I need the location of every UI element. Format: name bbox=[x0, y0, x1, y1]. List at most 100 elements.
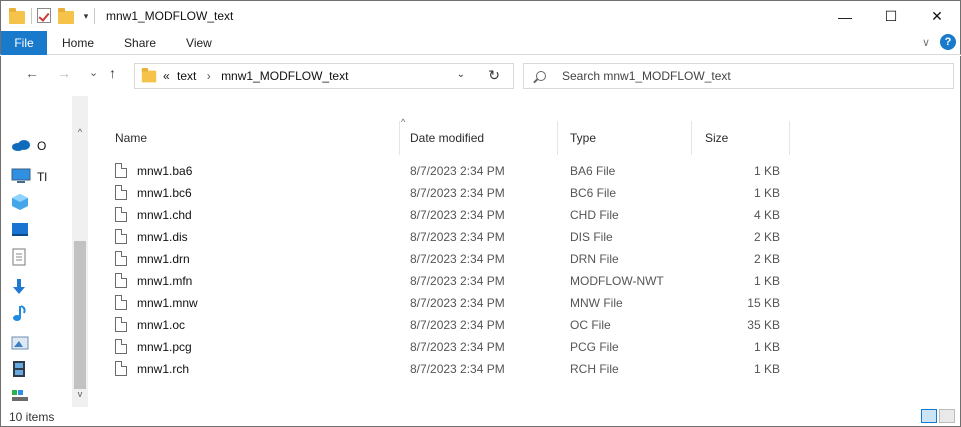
file-name: mnw1.rch bbox=[137, 362, 190, 376]
file-row[interactable]: mnw1.mnw 8/7/2023 2:34 PM MNW File 15 KB bbox=[115, 292, 795, 314]
file-size: 2 KB bbox=[753, 252, 780, 266]
downloads-icon[interactable] bbox=[11, 278, 35, 296]
file-date: 8/7/2023 2:34 PM bbox=[410, 362, 505, 376]
file-row[interactable]: mnw1.pcg 8/7/2023 2:34 PM PCG File 1 KB bbox=[115, 336, 795, 358]
maximize-button[interactable]: ☐ bbox=[868, 1, 914, 32]
breadcrumb-overflow[interactable]: « bbox=[163, 69, 170, 83]
scroll-down-icon[interactable]: v bbox=[72, 389, 88, 403]
column-header-size[interactable]: Size bbox=[705, 123, 728, 153]
file-row[interactable]: mnw1.chd 8/7/2023 2:34 PM CHD File 4 KB bbox=[115, 204, 795, 226]
navigation-bar: ← → ⌄ ↑ « text › mnw1_MODFLOW_text ⌄ ↻ S… bbox=[0, 56, 961, 96]
nav-item-onedrive[interactable]: O bbox=[37, 139, 46, 153]
column-divider[interactable] bbox=[691, 121, 692, 155]
new-folder-icon[interactable] bbox=[58, 8, 74, 24]
address-bar[interactable]: « text › mnw1_MODFLOW_text ⌄ ↻ bbox=[134, 63, 514, 89]
details-view-icon[interactable] bbox=[921, 409, 937, 423]
recent-locations-icon[interactable]: ⌄ bbox=[89, 66, 98, 79]
file-name: mnw1.drn bbox=[137, 252, 190, 266]
search-box[interactable]: Search mnw1_MODFLOW_text bbox=[523, 63, 954, 89]
breadcrumb-text[interactable]: text bbox=[177, 69, 196, 83]
tab-file[interactable]: File bbox=[1, 30, 47, 55]
this-pc-icon[interactable] bbox=[11, 167, 35, 185]
tab-share[interactable]: Share bbox=[109, 31, 171, 55]
column-divider[interactable] bbox=[399, 121, 400, 155]
file-row[interactable]: mnw1.mfn 8/7/2023 2:34 PM MODFLOW-NWT 1 … bbox=[115, 270, 795, 292]
toolbar-divider bbox=[31, 8, 32, 24]
close-button[interactable]: ✕ bbox=[914, 1, 960, 32]
music-icon[interactable] bbox=[11, 304, 35, 322]
minimize-button[interactable]: — bbox=[822, 1, 868, 32]
help-icon[interactable]: ? bbox=[940, 34, 956, 50]
file-icon bbox=[115, 295, 127, 310]
folder-icon[interactable] bbox=[9, 8, 25, 24]
scrollbar-thumb[interactable] bbox=[74, 241, 86, 389]
search-input[interactable]: Search mnw1_MODFLOW_text bbox=[562, 69, 731, 83]
videos-icon[interactable] bbox=[11, 360, 35, 378]
file-date: 8/7/2023 2:34 PM bbox=[410, 318, 505, 332]
customize-toolbar-icon[interactable]: ▾ bbox=[79, 11, 93, 22]
tab-home[interactable]: Home bbox=[47, 31, 109, 55]
file-size: 4 KB bbox=[753, 208, 780, 222]
file-date: 8/7/2023 2:34 PM bbox=[410, 164, 505, 178]
file-icon bbox=[115, 317, 127, 332]
file-name: mnw1.ba6 bbox=[137, 164, 193, 178]
file-row[interactable]: mnw1.drn 8/7/2023 2:34 PM DRN File 2 KB bbox=[115, 248, 795, 270]
file-row[interactable]: mnw1.ba6 8/7/2023 2:34 PM BA6 File 1 KB bbox=[115, 160, 795, 182]
scroll-up-icon[interactable]: ^ bbox=[72, 127, 88, 141]
file-icon bbox=[115, 251, 127, 266]
file-name: mnw1.oc bbox=[137, 318, 186, 332]
file-type: OC File bbox=[570, 318, 611, 332]
properties-check-icon[interactable] bbox=[37, 8, 53, 24]
file-icon bbox=[115, 185, 127, 200]
file-size: 1 KB bbox=[753, 164, 780, 178]
drive-icon[interactable] bbox=[11, 386, 35, 404]
column-header-date[interactable]: Date modified bbox=[410, 123, 484, 153]
file-type: CHD File bbox=[570, 208, 619, 222]
file-type: DIS File bbox=[570, 230, 613, 244]
title-bar: ▾ mnw1_MODFLOW_text — ☐ ✕ bbox=[0, 0, 961, 31]
file-icon bbox=[115, 339, 127, 354]
file-type: PCG File bbox=[570, 340, 619, 354]
window-title: mnw1_MODFLOW_text bbox=[106, 9, 234, 23]
ribbon-tabs: File Home Share View ∨ ? bbox=[0, 30, 961, 55]
toolbar-divider bbox=[94, 8, 95, 24]
desktop-icon[interactable] bbox=[11, 221, 35, 239]
column-divider[interactable] bbox=[557, 121, 558, 155]
3d-objects-icon[interactable] bbox=[11, 193, 35, 211]
breadcrumb-current[interactable]: mnw1_MODFLOW_text bbox=[221, 69, 348, 83]
file-date: 8/7/2023 2:34 PM bbox=[410, 252, 505, 266]
column-header-name[interactable]: Name bbox=[115, 123, 147, 153]
file-date: 8/7/2023 2:34 PM bbox=[410, 340, 505, 354]
column-divider[interactable] bbox=[789, 121, 790, 155]
file-icon bbox=[115, 273, 127, 288]
onedrive-icon[interactable] bbox=[11, 136, 35, 154]
back-icon[interactable]: ← bbox=[25, 65, 39, 81]
breadcrumb: « text › mnw1_MODFLOW_text bbox=[163, 69, 348, 83]
file-size: 1 KB bbox=[753, 340, 780, 354]
up-icon[interactable]: ↑ bbox=[109, 65, 116, 81]
expand-ribbon-icon[interactable]: ∨ bbox=[922, 36, 930, 49]
quick-access-toolbar: ▾ bbox=[1, 1, 100, 31]
file-date: 8/7/2023 2:34 PM bbox=[410, 208, 505, 222]
nav-item-this-pc[interactable]: Tl bbox=[37, 170, 47, 184]
chevron-down-icon[interactable]: ⌄ bbox=[457, 69, 465, 80]
tab-view[interactable]: View bbox=[171, 31, 227, 55]
file-list: ^ Name Date modified Type Size mnw1.ba6 … bbox=[88, 96, 961, 407]
file-size: 15 KB bbox=[747, 296, 780, 310]
file-size: 1 KB bbox=[753, 186, 780, 200]
documents-icon[interactable] bbox=[11, 248, 35, 266]
forward-icon[interactable]: → bbox=[57, 65, 71, 81]
refresh-icon[interactable]: ↻ bbox=[488, 67, 500, 84]
file-type: MNW File bbox=[570, 296, 623, 310]
pictures-icon[interactable] bbox=[11, 334, 35, 352]
column-header-type[interactable]: Type bbox=[570, 123, 596, 153]
file-name: mnw1.pcg bbox=[137, 340, 192, 354]
file-row[interactable]: mnw1.oc 8/7/2023 2:34 PM OC File 35 KB bbox=[115, 314, 795, 336]
folder-icon bbox=[141, 67, 157, 82]
file-row[interactable]: mnw1.rch 8/7/2023 2:34 PM RCH File 1 KB bbox=[115, 358, 795, 380]
file-row[interactable]: mnw1.bc6 8/7/2023 2:34 PM BC6 File 1 KB bbox=[115, 182, 795, 204]
breadcrumb-separator[interactable]: › bbox=[207, 69, 211, 83]
large-icons-view-icon[interactable] bbox=[939, 409, 955, 423]
file-icon bbox=[115, 207, 127, 222]
file-row[interactable]: mnw1.dis 8/7/2023 2:34 PM DIS File 2 KB bbox=[115, 226, 795, 248]
